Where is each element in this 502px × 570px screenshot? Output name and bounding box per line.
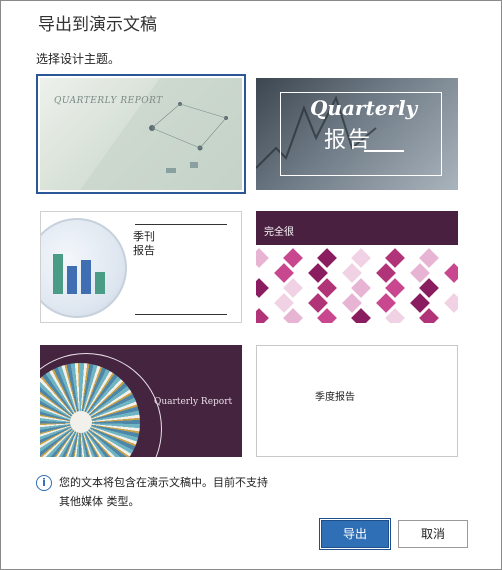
dialog-subtitle: 选择设计主题。 <box>36 52 121 66</box>
theme-3-label-2: 报告 <box>133 244 155 257</box>
theme-3-bottom-rule <box>135 314 227 315</box>
theme-5-label: Quarterly Report <box>154 397 233 407</box>
theme-4-diamond <box>256 278 269 298</box>
theme-card-1[interactable]: QUARTERLY REPORT <box>36 74 246 194</box>
info-icon: i <box>36 475 52 491</box>
theme-3-bar <box>81 260 91 294</box>
theme-4-diamond <box>256 248 269 268</box>
dialog-title: 导出到演示文稿 <box>38 15 157 35</box>
theme-card-6[interactable]: 季度报告 <box>256 345 458 457</box>
theme-4-diamond <box>444 263 458 283</box>
theme-3-bar <box>95 272 105 294</box>
export-button[interactable]: 导出 <box>319 518 391 550</box>
theme-3-bar <box>53 254 63 294</box>
theme-card-4[interactable]: 完全很 <box>256 211 458 323</box>
theme-2-underline <box>364 150 404 152</box>
theme-4-diamond <box>444 293 458 313</box>
theme-3-bar <box>67 266 77 294</box>
theme-1-label: QUARTERLY REPORT <box>54 96 163 106</box>
theme-card-2[interactable]: Quarterly 报告 <box>256 78 458 190</box>
theme-3-lens <box>41 218 127 318</box>
info-message-line-2: 其他媒体 类型。 <box>59 495 140 508</box>
cancel-button[interactable]: 取消 <box>398 520 468 548</box>
theme-5-arc <box>40 353 162 457</box>
theme-6-label: 季度报告 <box>315 392 355 403</box>
theme-1-art <box>80 78 242 190</box>
info-message-line-1: 您的文本将包含在演示文稿中。目前不支持 <box>59 476 268 489</box>
theme-card-5[interactable]: Quarterly Report <box>40 345 242 457</box>
theme-4-diamond <box>256 308 269 323</box>
theme-card-3[interactable]: 季刊 报告 <box>40 211 242 323</box>
theme-3-top-rule <box>135 224 227 225</box>
theme-2-title-en: Quarterly <box>310 96 418 120</box>
theme-4-label: 完全很 <box>264 227 294 238</box>
